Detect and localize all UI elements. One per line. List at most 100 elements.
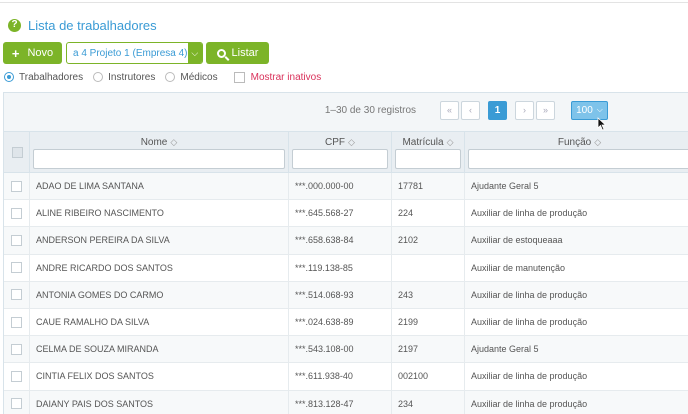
- radio-medicos[interactable]: Médicos: [165, 71, 218, 83]
- cell-cpf: ***.813.128-47: [289, 390, 392, 414]
- radio-trabalhadores[interactable]: Trabalhadores: [4, 72, 83, 83]
- cell-matricula: 2102: [392, 227, 465, 254]
- row-select-cell: [4, 173, 30, 200]
- radio-label: Trabalhadores: [19, 71, 84, 83]
- list-button-label: Listar: [231, 47, 259, 59]
- project-select[interactable]: a 4 Projeto 1 (Empresa 4) ⌵: [66, 42, 203, 64]
- page-title-text: Lista de trabalhadores: [28, 17, 157, 33]
- show-inactive-toggle[interactable]: Mostrar inativos: [233, 71, 322, 83]
- cell-funcao: Ajudante Geral 5: [471, 181, 539, 192]
- row-checkbox[interactable]: [11, 370, 22, 382]
- column-cpf[interactable]: CPF ◇: [289, 132, 392, 172]
- row-checkbox[interactable]: [11, 316, 22, 328]
- row-checkbox[interactable]: [11, 289, 22, 301]
- cell-nome: CELMA DE SOUZA MIRANDA: [30, 336, 289, 363]
- sort-icon: ◇: [446, 137, 454, 147]
- cell-matricula: 224: [392, 200, 465, 227]
- table-header: Nome ◇ CPF ◇ Matrícula ◇ Função ◇: [4, 131, 688, 173]
- filter-cpf-input[interactable]: [292, 149, 388, 169]
- table-row[interactable]: CELMA DE SOUZA MIRANDA ***.543.108-00 21…: [4, 336, 688, 364]
- column-funcao[interactable]: Função ◇: [465, 132, 688, 172]
- table-row[interactable]: CINTIA FELIX DOS SANTOS ***.611.938-40 0…: [4, 363, 688, 391]
- chevron-down-icon[interactable]: ⌵: [187, 43, 202, 63]
- page-button-current[interactable]: 1: [488, 100, 507, 120]
- row-checkbox[interactable]: [11, 343, 22, 355]
- cell-matricula: 2199: [392, 308, 465, 336]
- column-header-text: Função: [557, 137, 592, 148]
- cell-matricula: 234: [392, 390, 465, 414]
- filter-nome-input[interactable]: [33, 149, 285, 169]
- row-checkbox[interactable]: [11, 262, 22, 274]
- table-row[interactable]: ANTONIA GOMES DO CARMO ***.514.068-93 24…: [4, 281, 688, 309]
- sort-icon: ◇: [594, 137, 602, 147]
- cell-nome: ANDERSON PEREIRA DA SILVA: [30, 227, 289, 254]
- column-nome[interactable]: Nome ◇: [30, 132, 289, 172]
- cell-nome: ANDRE RICARDO DOS SANTOS: [30, 254, 289, 281]
- question-circle-icon[interactable]: ?: [8, 18, 21, 32]
- table-row[interactable]: DAIANY PAIS DOS SANTOS ***.813.128-47 23…: [4, 390, 688, 414]
- radio-label: Médicos: [180, 71, 218, 83]
- cell-matricula: 002100: [392, 363, 465, 390]
- row-checkbox[interactable]: [11, 234, 22, 246]
- sort-icon: ◇: [170, 137, 178, 147]
- column-header-label[interactable]: Nome ◇: [30, 137, 288, 148]
- filter-funcao-input[interactable]: [468, 149, 688, 169]
- column-header-text: CPF: [325, 137, 346, 148]
- column-header-label[interactable]: CPF ◇: [289, 137, 391, 148]
- show-inactive-label: Mostrar inativos: [250, 71, 322, 83]
- double-chevron-left-icon: «: [446, 105, 452, 115]
- cell-cpf: ***.119.138-85: [289, 254, 392, 281]
- cell-funcao: Auxiliar de linha de produção: [471, 371, 588, 382]
- cell-funcao: Auxiliar de linha de produção: [471, 317, 588, 328]
- row-select-cell: [4, 336, 30, 363]
- plus-icon: +: [11, 45, 20, 61]
- table-body: ADAO DE LIMA SANTANA ***.000.000-00 1778…: [4, 173, 688, 414]
- row-checkbox[interactable]: [11, 398, 22, 410]
- cell-nome: ADAO DE LIMA SANTANA: [30, 173, 289, 200]
- radio-button[interactable]: [165, 72, 176, 82]
- next-page-button[interactable]: ›: [515, 100, 534, 120]
- cell-nome: CAUE RAMALHO DA SILVA: [30, 308, 289, 336]
- cell-funcao: Ajudante Geral 5: [471, 344, 539, 355]
- column-header-label[interactable]: Função ◇: [465, 137, 688, 148]
- table-row[interactable]: ADAO DE LIMA SANTANA ***.000.000-00 1778…: [4, 173, 688, 201]
- cell-cpf: ***.514.068-93: [289, 281, 392, 308]
- show-inactive-checkbox[interactable]: [233, 71, 245, 83]
- row-checkbox[interactable]: [11, 207, 22, 219]
- column-header-label[interactable]: Matrícula ◇: [392, 137, 464, 148]
- table-row[interactable]: CAUE RAMALHO DA SILVA ***.024.638-89 219…: [4, 308, 688, 337]
- new-button[interactable]: + Novo: [3, 42, 62, 64]
- first-page-button[interactable]: «: [440, 100, 459, 120]
- cell-funcao: Auxiliar de linha de produção: [471, 398, 588, 409]
- cell-nome: CINTIA FELIX DOS SANTOS: [30, 363, 289, 390]
- row-checkbox[interactable]: [11, 180, 22, 192]
- double-chevron-right-icon: »: [542, 105, 548, 115]
- column-matricula[interactable]: Matrícula ◇: [392, 132, 465, 172]
- cell-matricula: 243: [392, 281, 465, 308]
- list-button[interactable]: Listar: [206, 42, 269, 64]
- filter-matricula-input[interactable]: [395, 149, 461, 169]
- cell-matricula: 17781: [392, 173, 465, 200]
- column-header-text: Nome: [140, 137, 168, 148]
- cell-cpf: ***.000.000-00: [289, 173, 392, 200]
- last-page-button[interactable]: »: [536, 100, 555, 120]
- table-row[interactable]: ANDRE RICARDO DOS SANTOS ***.119.138-85 …: [4, 254, 688, 282]
- prev-page-button[interactable]: ‹: [461, 100, 480, 120]
- column-header-text: Matrícula: [402, 137, 444, 148]
- radio-button[interactable]: [4, 72, 14, 82]
- table-row[interactable]: ALINE RIBEIRO NASCIMENTO ***.645.568-27 …: [4, 200, 688, 228]
- radio-button[interactable]: [93, 72, 104, 82]
- cell-nome: ALINE RIBEIRO NASCIMENTO: [30, 200, 289, 227]
- row-select-cell: [4, 308, 30, 336]
- pager: 1–30 de 30 registros « ‹ 1 › » 100 ⌵: [325, 99, 684, 121]
- cell-cpf: ***.024.638-89: [289, 308, 392, 336]
- search-icon: [216, 48, 226, 58]
- table-row[interactable]: ANDERSON PEREIRA DA SILVA ***.658.638-84…: [4, 227, 688, 255]
- radio-label: Instrutores: [108, 71, 156, 83]
- radio-instrutores[interactable]: Instrutores: [93, 72, 155, 83]
- row-select-cell: [4, 281, 30, 308]
- page-title: ? Lista de trabalhadores: [8, 16, 157, 34]
- cell-cpf: ***.645.568-27: [289, 200, 392, 227]
- select-all-checkbox[interactable]: [12, 147, 23, 158]
- chevron-right-icon: ›: [523, 105, 526, 115]
